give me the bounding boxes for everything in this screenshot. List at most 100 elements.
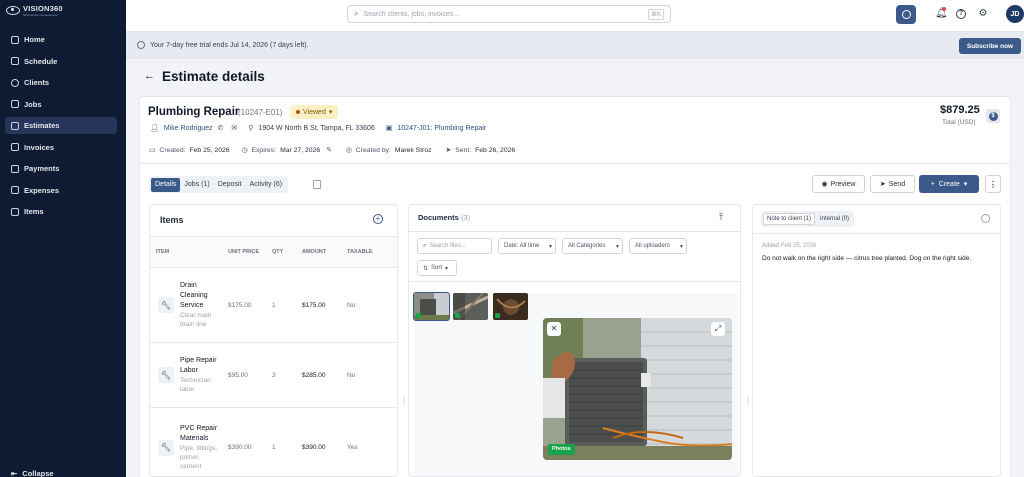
send-button[interactable]: ➤ Send (870, 175, 915, 193)
item-description: Technician labor (180, 377, 211, 393)
job-link[interactable]: 10247-J01: Plumbing Repair (397, 125, 486, 132)
calendar-icon (11, 57, 19, 65)
expand-icon[interactable]: ⤢ (711, 322, 725, 336)
search-placeholder: Search clients, jobs, invoices... (363, 10, 460, 18)
dollar-icon: $ (988, 111, 998, 121)
tab-deposit[interactable]: Deposit (214, 178, 246, 192)
quick-add-button[interactable] (896, 5, 916, 24)
upload-icon[interactable]: ⤒ (719, 212, 723, 223)
brand-tagline: field service management (23, 13, 58, 17)
item-amount: $175.00 (296, 267, 341, 343)
column-header: UNIT PRICE (222, 236, 266, 268)
users-icon (11, 78, 19, 87)
client-link[interactable]: Mike Rodriguez (164, 125, 213, 132)
item-description: Clear main drain line (180, 312, 212, 328)
preview-button[interactable]: ◉ Preview (812, 175, 865, 193)
card-icon (11, 164, 19, 173)
invoice-icon (11, 143, 19, 151)
file-search-input[interactable]: ⌕ Search files... (417, 238, 492, 254)
mail-icon[interactable]: ✉ (231, 124, 237, 132)
help-icon[interactable]: ? (956, 9, 966, 19)
back-arrow-icon[interactable]: ← (144, 70, 155, 82)
sidebar-item-clients[interactable]: Clients (5, 74, 117, 91)
panel-resize-handle[interactable]: ⋮ (401, 397, 407, 406)
tab-internal-notes[interactable]: Internal (0) (817, 213, 852, 225)
documents-count: (3) (460, 213, 471, 222)
column-header: AMOUNT (296, 236, 341, 268)
add-item-icon[interactable]: + (373, 214, 383, 224)
date-filter-select[interactable]: Date: All time ▾ (498, 238, 556, 254)
estimate-number: (10247-E01) (238, 108, 283, 117)
sidebar-item-label: Expenses (24, 185, 60, 195)
document-thumbnail[interactable] (453, 293, 488, 320)
global-search-input[interactable]: ⌕ Search clients, jobs, invoices... ⌘K (347, 5, 671, 23)
layout-toggle-icon[interactable] (313, 180, 321, 189)
home-icon (11, 35, 19, 44)
phone-icon[interactable]: ✆ (218, 124, 224, 132)
chevron-down-icon: ▾ (445, 265, 449, 272)
photo-badge (455, 313, 460, 318)
edit-pencil-icon[interactable]: ✎ (326, 146, 332, 154)
uploader-filter-select[interactable]: All uploaders ▾ (629, 238, 687, 254)
create-button[interactable]: + Create ▾ (919, 175, 979, 193)
brand-name: VISION360 (23, 4, 63, 13)
sidebar-item-expenses[interactable]: Expenses (5, 182, 117, 199)
tab-activity[interactable]: Activity (6) (245, 178, 286, 192)
sidebar-item-estimates[interactable]: Estimates (5, 117, 117, 134)
client-address: 1904 W North B St, Tampa, FL 33606 (258, 124, 375, 132)
tab-jobs[interactable]: Jobs (1) (180, 178, 213, 192)
sidebar-item-jobs[interactable]: Jobs (5, 96, 117, 113)
panel-resize-handle[interactable]: ⋮ (745, 397, 751, 406)
photo-preview[interactable]: ✕ ⤢ Photos (543, 318, 732, 460)
sort-button[interactable]: ⇅ Sort ▾ (417, 260, 457, 276)
user-icon: 👤︎ (150, 125, 159, 132)
sidebar-item-items[interactable]: Items (5, 203, 117, 220)
photos-category-tag: Photos (548, 444, 575, 455)
sidebar-item-invoices[interactable]: Invoices (5, 139, 117, 156)
tab-note-to-client[interactable]: Note to client (1) (763, 213, 816, 225)
collapse-arrow-icon: ⇤ (11, 469, 18, 477)
add-note-icon[interactable] (981, 214, 990, 223)
wrench-icon: 🔧︎ (158, 297, 174, 313)
close-icon[interactable]: ✕ (547, 322, 561, 336)
items-table: ITEM UNIT PRICE QTY AMOUNT TAXABLE 🔧︎ Dra… (150, 236, 397, 476)
sidebar-item-schedule[interactable]: Schedule (5, 53, 117, 70)
category-filter-select[interactable]: All Categories ▾ (562, 238, 623, 254)
payment-button[interactable]: $ (986, 109, 1000, 123)
avatar[interactable]: JD (1006, 5, 1024, 23)
expires-label: Expires: (251, 146, 277, 154)
page-title: Estimate details (162, 69, 265, 84)
subscribe-button[interactable]: Subscribe now (959, 38, 1021, 54)
gear-icon[interactable]: ⚙ (978, 9, 988, 19)
sidebar-item-home[interactable]: Home (5, 31, 117, 48)
photo-badge (416, 313, 421, 318)
items-title: Items (160, 215, 184, 225)
file-search-placeholder: Search files... (429, 243, 466, 249)
brand-logo[interactable]: VISION360 field service management (6, 4, 63, 17)
expires-date: Mar 27, 2026 (280, 146, 321, 154)
wrench-icon: 🔧︎ (158, 367, 174, 383)
more-options-icon[interactable]: ⋮ (985, 175, 1001, 193)
status-badge[interactable]: Viewed ▾ (290, 105, 339, 119)
trial-message: Your 7-day free trial ends Jul 14, 2026 … (150, 41, 309, 49)
sidebar-item-label: Items (24, 207, 44, 216)
document-thumbnail[interactable] (493, 293, 528, 320)
photo-badge (495, 313, 500, 318)
item-unit-price: $175.00 (222, 267, 266, 343)
estimate-total-label: Total (USD) (942, 119, 976, 126)
document-thumbnail[interactable] (413, 292, 450, 321)
sidebar-item-payments[interactable]: Payments (5, 160, 117, 177)
item-qty: 1 (266, 267, 296, 343)
documents-title: Documents (3) (418, 213, 471, 222)
tab-details[interactable]: Details (151, 177, 181, 192)
table-row[interactable]: 🔧︎ Pipe Repair Labor Technician labor $95.… (150, 342, 397, 408)
table-row[interactable]: 🔧︎ Drain Cleaning Service Clear main drain… (150, 267, 397, 343)
created-by-label: Created by: (355, 146, 391, 154)
sent-label: Sent: (455, 146, 472, 154)
collapse-button[interactable]: ⇤ Collapse (11, 469, 54, 477)
document-filters: ⌕ Search files... Date: All time ▾ All Cat… (409, 231, 740, 282)
item-amount: $285.00 (296, 342, 341, 408)
status-dot (296, 110, 300, 114)
note-tabs: Note to client (1) Internal (0) (761, 211, 855, 227)
table-row[interactable]: 🔧︎ PVC Repair Materials Pipe, fittings, pr… (150, 407, 397, 476)
